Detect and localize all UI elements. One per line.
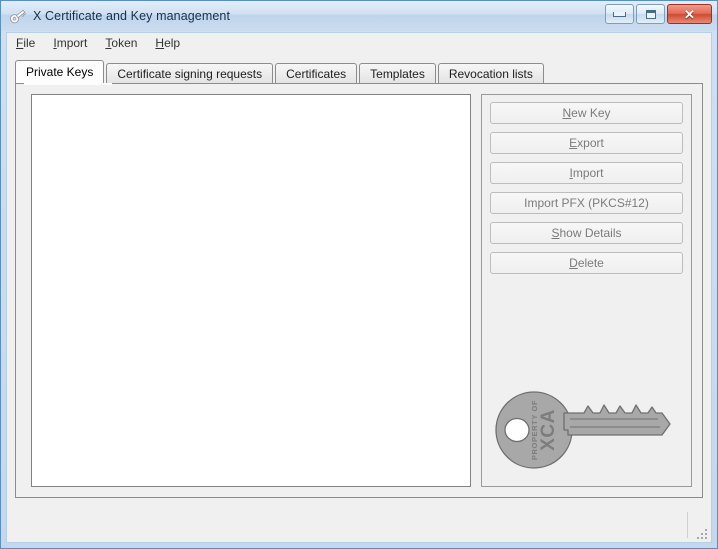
tab-label: Templates [370, 66, 425, 81]
watermark-line-2: XCA [538, 409, 559, 451]
actions-panel: New Key Export Import Import PFX (PKCS#1… [481, 94, 692, 487]
action-buttons: New Key Export Import Import PFX (PKCS#1… [490, 102, 683, 274]
button-label: Import PFX (PKCS#12) [524, 196, 649, 210]
status-bar [7, 504, 711, 542]
tab-private-keys[interactable]: Private Keys [15, 60, 105, 83]
content-area: Private Keys Certificate signing request… [7, 53, 711, 504]
show-details-button[interactable]: Show Details [490, 222, 683, 244]
tab-panel-private-keys: New Key Export Import Import PFX (PKCS#1… [15, 83, 703, 498]
close-button[interactable]: ✕ [667, 4, 712, 24]
button-label-rest: mport [572, 166, 604, 180]
key-icon [9, 7, 27, 25]
button-mnemonic: D [569, 256, 578, 270]
button-mnemonic: S [551, 226, 560, 240]
menu-item-import[interactable]: Import [44, 34, 96, 52]
button-label-rest: elete [577, 256, 604, 270]
minimize-icon [613, 11, 626, 17]
maximize-icon [645, 9, 656, 19]
menu-label-rest: mport [56, 36, 88, 50]
menu-item-token[interactable]: Token [96, 34, 146, 52]
menu-bar: File Import Token Help [7, 33, 711, 53]
import-button[interactable]: Import [490, 162, 683, 184]
button-mnemonic: E [569, 136, 578, 150]
tab-label: Certificates [286, 66, 347, 81]
tab-revocation-lists[interactable]: Revocation lists [437, 63, 544, 83]
delete-button[interactable]: Delete [490, 252, 683, 274]
menu-label-rest: ile [23, 36, 36, 50]
tab-label: Private Keys [26, 65, 94, 79]
tab-strip: Private Keys Certificate signing request… [15, 60, 703, 83]
window-controls: ✕ [605, 4, 712, 24]
import-pfx-button[interactable]: Import PFX (PKCS#12) [490, 192, 683, 214]
title-bar: X Certificate and Key management ✕ [1, 1, 717, 31]
menu-mnemonic: H [155, 36, 165, 50]
close-icon: ✕ [684, 6, 695, 22]
menu-item-help[interactable]: Help [146, 34, 189, 52]
new-key-button[interactable]: New Key [490, 102, 683, 124]
private-keys-list[interactable] [31, 94, 471, 487]
minimize-button[interactable] [605, 4, 634, 24]
button-label-rest: ew Key [571, 106, 611, 120]
export-button[interactable]: Export [490, 132, 683, 154]
status-separator [687, 512, 688, 538]
menu-item-file[interactable]: File [7, 34, 44, 52]
button-mnemonic: N [562, 106, 572, 120]
tab-label: Revocation lists [448, 66, 533, 81]
key-watermark: PROPERTY OF XCA [492, 383, 672, 478]
resize-grip[interactable] [694, 526, 707, 539]
button-label-rest: xport [577, 136, 604, 150]
menu-label-rest: elp [164, 36, 181, 50]
tab-certificates[interactable]: Certificates [275, 63, 358, 83]
tab-templates[interactable]: Templates [359, 63, 436, 83]
window-title: X Certificate and Key management [33, 9, 231, 23]
tab-certificate-signing-requests[interactable]: Certificate signing requests [106, 63, 274, 83]
maximize-button[interactable] [636, 4, 665, 24]
application-window: X Certificate and Key management ✕ File … [0, 0, 718, 549]
tab-label: Certificate signing requests [117, 66, 263, 81]
menu-label-rest: oken [111, 36, 138, 50]
button-label-rest: how Details [559, 226, 622, 240]
